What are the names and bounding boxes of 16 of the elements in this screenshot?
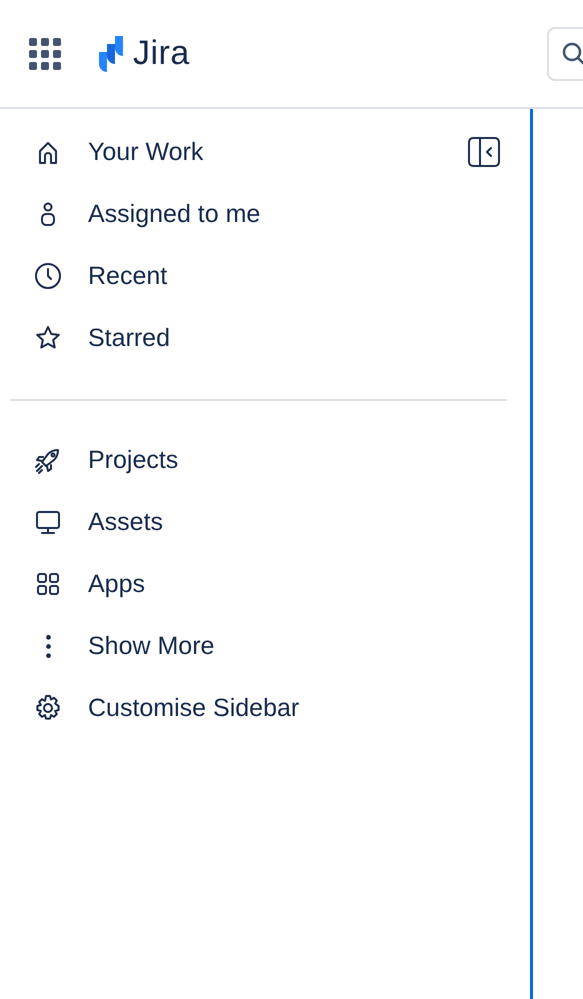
clock-icon (33, 261, 63, 291)
more-icon (46, 634, 50, 658)
app-switcher-icon[interactable] (29, 38, 61, 70)
nav-item[interactable]: Assets (33, 502, 164, 542)
search-field[interactable] (547, 26, 583, 80)
collapse-sidebar-icon[interactable] (467, 136, 501, 168)
product-name: Jira (133, 34, 190, 73)
search-icon (561, 40, 583, 66)
nav-item[interactable]: Starred (33, 318, 170, 358)
nav-item[interactable]: Assigned to me (33, 194, 260, 234)
nav-item[interactable]: Customise Sidebar (33, 688, 300, 728)
nav-item[interactable]: Apps (33, 564, 145, 604)
nav-item[interactable]: Your Work (33, 132, 204, 172)
nav-item[interactable]: Projects (33, 440, 178, 480)
nav-item[interactable]: Show More (33, 626, 214, 666)
nav-item[interactable]: Recent (33, 256, 168, 296)
